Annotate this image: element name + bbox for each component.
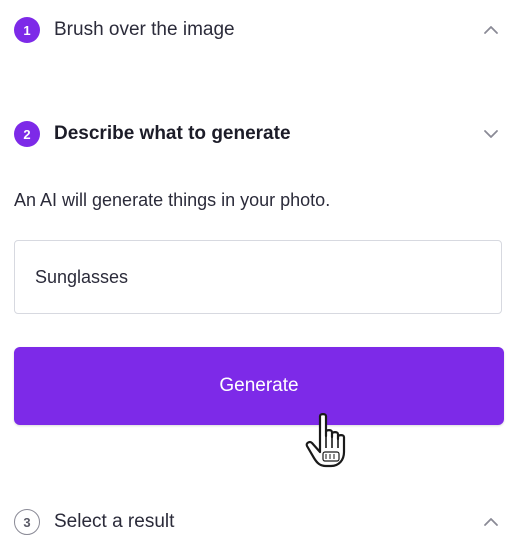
magic-edit-panel: 1 Brush over the image 2 Describe what t…	[0, 0, 519, 548]
chevron-up-icon[interactable]	[477, 16, 505, 44]
step-2-badge: 2	[14, 121, 40, 147]
step-brush[interactable]: 1 Brush over the image	[14, 8, 505, 52]
helper-text: An AI will generate things in your photo…	[14, 190, 331, 210]
chevron-up-icon[interactable]	[477, 508, 505, 536]
step-select-result[interactable]: 3 Select a result	[14, 500, 505, 544]
prompt-input[interactable]	[14, 240, 502, 314]
chevron-down-icon[interactable]	[477, 120, 505, 148]
generate-button[interactable]: Generate	[14, 347, 504, 425]
step-3-badge: 3	[14, 509, 40, 535]
step-3-label: Select a result	[54, 511, 175, 532]
step-1-badge: 1	[14, 17, 40, 43]
step-2-label: Describe what to generate	[54, 123, 291, 144]
step-describe[interactable]: 2 Describe what to generate	[14, 112, 505, 156]
step-1-label: Brush over the image	[54, 19, 235, 40]
